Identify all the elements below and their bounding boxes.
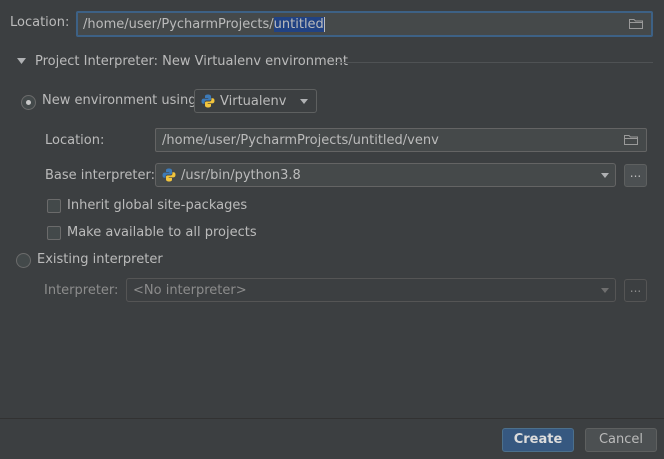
interpreter-value: <No interpreter> — [133, 282, 247, 298]
environment-tool-dropdown[interactable]: Virtualenv — [194, 89, 317, 113]
inherit-site-packages-checkbox[interactable] — [47, 199, 61, 213]
new-environment-radio[interactable] — [21, 95, 36, 110]
venv-location-label: Location: — [45, 133, 105, 148]
location-label: Location: — [10, 15, 70, 30]
python-icon — [201, 94, 215, 108]
base-interpreter-dropdown[interactable]: /usr/bin/python3.8 — [155, 163, 616, 187]
inherit-site-packages-label[interactable]: Inherit global site-packages — [67, 198, 247, 213]
make-available-label[interactable]: Make available to all projects — [67, 225, 257, 240]
chevron-down-icon — [601, 173, 609, 178]
interpreter-label: Interpreter: — [44, 283, 119, 298]
create-button[interactable]: Create — [502, 428, 574, 452]
new-environment-label[interactable]: New environment using — [42, 93, 197, 108]
folder-icon[interactable] — [624, 135, 638, 145]
existing-interpreter-radio[interactable] — [16, 253, 31, 268]
text-caret — [323, 16, 325, 32]
project-location-input[interactable]: /home/user/PycharmProjects/untitled — [76, 11, 653, 37]
venv-location-value: /home/user/PycharmProjects/untitled/venv — [162, 132, 439, 148]
footer-divider — [0, 418, 664, 419]
cancel-button[interactable]: Cancel — [585, 428, 657, 452]
make-available-checkbox[interactable] — [47, 226, 61, 240]
section-title[interactable]: Project Interpreter: New Virtualenv envi… — [35, 54, 348, 69]
radio-selected-dot — [26, 100, 31, 105]
interpreter-browse-button[interactable]: ... — [624, 279, 647, 302]
base-interpreter-label: Base interpreter: — [45, 168, 155, 183]
chevron-down-icon — [601, 288, 609, 293]
base-interpreter-value: /usr/bin/python3.8 — [181, 167, 301, 183]
location-path-text: /home/user/PycharmProjects/ — [83, 16, 274, 32]
python-icon — [162, 168, 176, 182]
base-interpreter-browse-button[interactable]: ... — [624, 164, 647, 187]
section-divider — [333, 62, 653, 63]
venv-location-input[interactable]: /home/user/PycharmProjects/untitled/venv — [155, 128, 647, 152]
existing-interpreter-label[interactable]: Existing interpreter — [37, 252, 163, 267]
environment-tool-value: Virtualenv — [220, 93, 287, 109]
location-selected-text: untitled — [273, 16, 324, 32]
chevron-down-icon — [300, 99, 308, 104]
folder-icon[interactable] — [629, 19, 643, 29]
triangle-down-icon[interactable] — [17, 58, 26, 65]
interpreter-dropdown[interactable]: <No interpreter> — [126, 278, 616, 302]
